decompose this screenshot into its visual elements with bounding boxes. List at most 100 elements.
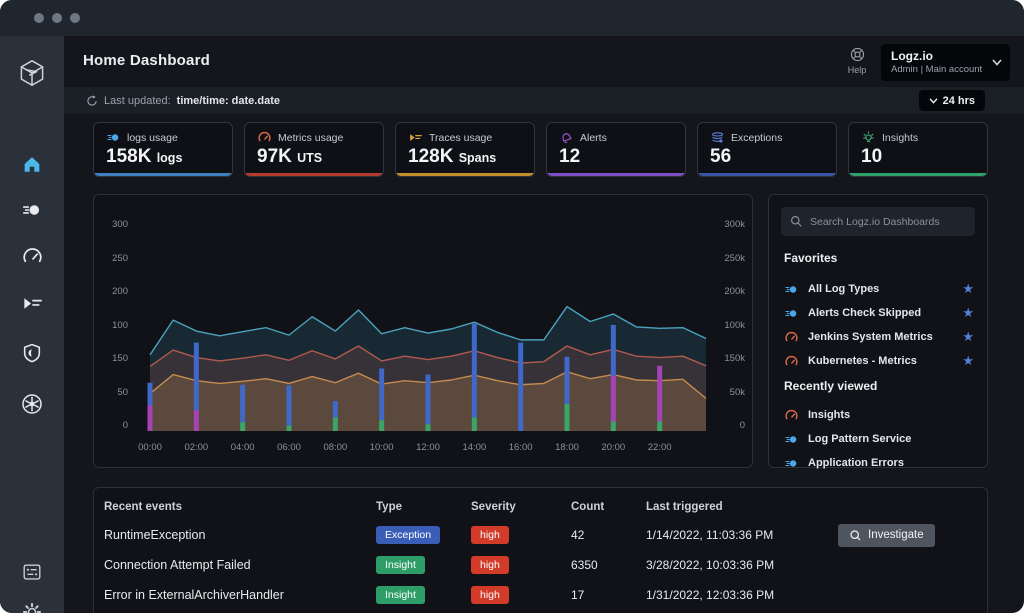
help-button[interactable]: Help [843, 46, 871, 75]
logzio-logo-icon [15, 56, 49, 90]
favorite-item[interactable]: All Log Types ★ [784, 279, 974, 299]
dashboard-search-input[interactable]: Search Logz.io Dashboards [781, 207, 975, 236]
stat-label: Insights [882, 132, 918, 144]
logs-icon [784, 456, 799, 471]
sidebar-item-metrics-icon[interactable] [19, 243, 45, 269]
stat-card-insights[interactable]: Insights 10 [848, 122, 988, 177]
stat-value: 12 [559, 146, 580, 167]
stat-card-logs-usage[interactable]: logs usage 158K logs [93, 122, 233, 177]
event-count: 6350 [571, 558, 646, 572]
stat-value: 10 [861, 146, 882, 167]
severity-badge: high [471, 556, 509, 574]
stat-card-exceptions[interactable]: Exceptions 56 [697, 122, 837, 177]
axis-tick: 300 [100, 219, 128, 230]
window-dot-3[interactable] [70, 13, 80, 23]
sidebar-item-settings-icon[interactable] [19, 599, 45, 613]
app-window: Home Dashboard Help Logz.io Admin | Main… [0, 0, 1024, 613]
stat-accent-bar [547, 173, 685, 176]
sidebar-item-home-icon[interactable] [19, 151, 45, 177]
severity-badge: high [471, 526, 509, 544]
type-badge: Exception [376, 526, 440, 544]
recent-item-label: Log Pattern Service [808, 433, 974, 445]
axis-tick: 0 [100, 420, 128, 431]
col-type: Type [376, 501, 471, 513]
stat-card-metrics-usage[interactable]: Metrics usage 97K UTS [244, 122, 384, 177]
favorite-item[interactable]: Kubernetes - Metrics ★ [784, 351, 974, 371]
chart-left-axis: 300250200100150500 [100, 219, 128, 431]
svg-text:18:00: 18:00 [555, 442, 579, 453]
window-titlebar [0, 0, 1024, 36]
sidebar-item-dashboards-icon[interactable] [19, 559, 45, 585]
stat-accent-bar [396, 173, 534, 176]
sidebar [0, 36, 64, 613]
recent-item[interactable]: Insights [784, 405, 974, 425]
favorites-panel: Search Logz.io Dashboards Favorites All … [768, 194, 988, 468]
gauge-icon [784, 354, 799, 369]
favorite-item[interactable]: Alerts Check Skipped ★ [784, 303, 974, 323]
account-menu[interactable]: Logz.io Admin | Main account [881, 44, 1010, 81]
stat-card-alerts[interactable]: Alerts 12 [546, 122, 686, 177]
event-row[interactable]: RuntimeException Exception high 42 1/14/… [94, 522, 987, 548]
search-icon [790, 215, 803, 228]
time-range-label: 24 hrs [943, 95, 975, 107]
sidebar-item-kubernetes-icon[interactable] [19, 391, 45, 417]
svg-text:04:00: 04:00 [231, 442, 255, 453]
star-icon[interactable]: ★ [962, 353, 974, 369]
time-range-button[interactable]: 24 hrs [919, 90, 985, 111]
usage-chart-svg[interactable]: 00:0002:0004:0006:0008:0010:0012:0014:00… [134, 205, 722, 457]
search-icon [849, 529, 862, 542]
sidebar-item-logs-icon[interactable] [19, 197, 45, 223]
event-row[interactable]: Connection Attempt Failed Insight high 6… [94, 552, 987, 578]
event-row[interactable]: Error in ExternalArchiverHandler Insight… [94, 582, 987, 608]
favorites-title: Favorites [784, 251, 837, 265]
recent-item-label: Insights [808, 409, 974, 421]
stat-card-traces-usage[interactable]: Traces usage 128K Spans [395, 122, 535, 177]
sidebar-item-security-icon[interactable] [19, 340, 45, 366]
axis-tick: 250 [100, 253, 128, 264]
stat-unit: UTS [297, 151, 322, 165]
stat-unit: logs [157, 151, 183, 165]
stat-unit: Spans [459, 151, 497, 165]
svg-text:02:00: 02:00 [184, 442, 208, 453]
sidebar-item-traces-icon[interactable] [19, 290, 45, 316]
recent-item[interactable]: Log Pattern Service [784, 429, 974, 449]
help-label: Help [843, 65, 871, 75]
stat-label: Exceptions [731, 132, 782, 144]
refresh-icon[interactable] [86, 95, 98, 107]
type-badge: Insight [376, 586, 425, 604]
svg-text:22:00: 22:00 [648, 442, 672, 453]
stat-cards-row: logs usage 158K logs Metrics usage 97K U… [93, 122, 988, 177]
update-strip: Last updated: time/time: date.date 24 hr… [64, 87, 1024, 114]
recent-item[interactable]: Application Errors [784, 453, 974, 473]
axis-tick: 100 [100, 320, 128, 331]
star-icon[interactable]: ★ [962, 281, 974, 297]
event-name: Error in ExternalArchiverHandler [104, 588, 376, 602]
chevron-down-icon [929, 98, 938, 104]
svg-text:00:00: 00:00 [138, 442, 162, 453]
alert-bell-icon [559, 130, 574, 145]
exceptions-icon [710, 130, 725, 145]
event-count: 17 [571, 588, 646, 602]
stat-accent-bar [245, 173, 383, 176]
last-updated-label: Last updated: [104, 95, 171, 107]
star-icon[interactable]: ★ [962, 329, 974, 345]
severity-badge: high [471, 586, 509, 604]
svg-text:06:00: 06:00 [277, 442, 301, 453]
traces-icon [408, 130, 423, 145]
favorite-item-label: All Log Types [808, 283, 953, 295]
stat-accent-bar [849, 173, 987, 176]
window-dot-1[interactable] [34, 13, 44, 23]
svg-text:08:00: 08:00 [323, 442, 347, 453]
event-last-triggered: 1/31/2022, 12:03:36 PM [646, 588, 838, 602]
svg-text:10:00: 10:00 [370, 442, 394, 453]
axis-tick: 150 [100, 353, 128, 364]
logs-icon [784, 306, 799, 321]
stat-label: Alerts [580, 132, 607, 144]
star-icon[interactable]: ★ [962, 305, 974, 321]
col-count: Count [571, 501, 646, 513]
stat-label: Metrics usage [278, 132, 343, 144]
favorite-item[interactable]: Jenkins System Metrics ★ [784, 327, 974, 347]
favorite-item-label: Kubernetes - Metrics [808, 355, 953, 367]
investigate-button[interactable]: Investigate [838, 524, 935, 547]
window-dot-2[interactable] [52, 13, 62, 23]
